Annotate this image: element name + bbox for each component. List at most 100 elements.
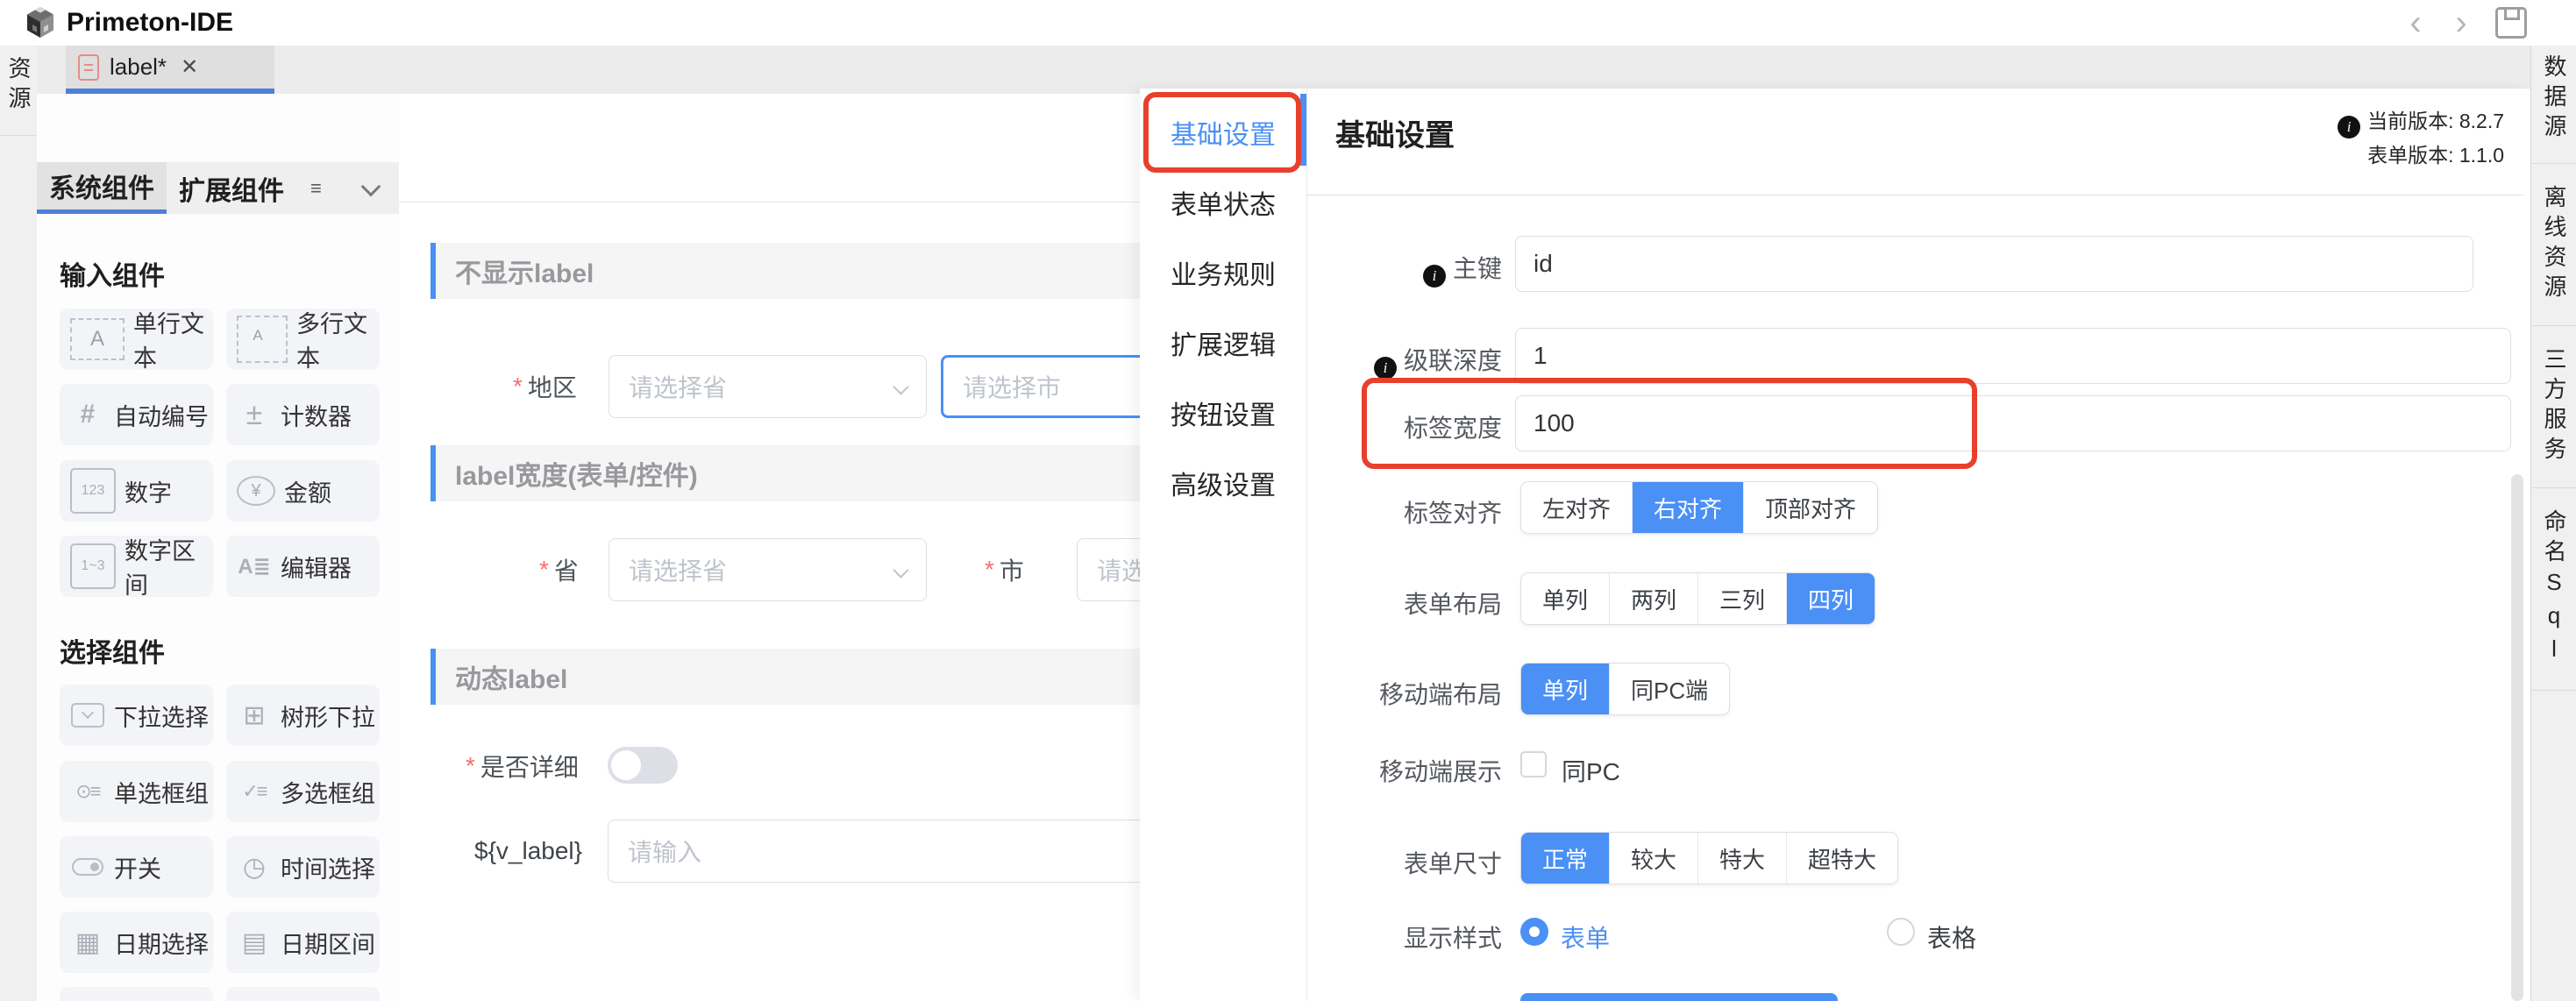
auto-number-icon: # [70,396,105,433]
align-left-button[interactable]: 左对齐 [1521,482,1632,533]
editor-icon: A≣ [237,548,272,585]
app-logo-icon [25,6,56,39]
form-layout-group: 单列 两列 三列 四列 [1520,572,1875,625]
sidebar-item-datasource[interactable]: 数据源 [2543,54,2565,144]
multi-line-text-icon: A [237,316,288,363]
sidebar-item-third-party-services[interactable]: 三方服务 [2543,347,2565,466]
palette-item-radio-group[interactable]: ⊙≡ 单选框组 [60,761,213,822]
section-accent-bar [431,649,436,705]
section-accent-bar [431,243,436,299]
single-line-text-icon: A [70,318,125,360]
table-radio-label[interactable]: 表格 [1927,919,1976,955]
form-radio-selected[interactable] [1520,918,1548,946]
form-row-region: * 地区 [513,355,577,418]
palette-item-number[interactable]: 123 数字 [60,460,213,522]
province-select[interactable]: 请选择省 [608,355,927,418]
size-xxlarge-button[interactable]: 超特大 [1786,833,1897,884]
list-view-icon[interactable]: ≡ [310,177,322,200]
settings-menu: 基础设置 表单状态 业务规则 扩展逻辑 按钮设置 高级设置 [1140,89,1307,1001]
sidebar-item-resources[interactable]: 资源 [7,56,30,116]
settings-drawer: 基础设置 表单状态 业务规则 扩展逻辑 按钮设置 高级设置 基础设置 i当前版本… [1140,88,2530,1001]
tree-dropdown-icon: ⊞ [237,697,272,734]
size-normal-button[interactable]: 正常 [1521,833,1609,884]
info-icon: i [2338,116,2360,138]
size-large-button[interactable]: 较大 [1609,833,1697,884]
menu-item-advanced-settings[interactable]: 高级设置 [1140,457,1306,509]
back-arrow-icon[interactable]: ‹ [2404,10,2427,36]
align-top-button[interactable]: 顶部对齐 [1743,482,1877,533]
palette-item-currency[interactable]: ¥ 金额 [226,460,380,522]
close-icon[interactable]: ✕ [181,54,198,80]
info-icon: i [1423,265,1446,288]
palette-item-multi-line-text[interactable]: A 多行文本 [226,309,380,370]
save-icon[interactable] [2495,7,2527,39]
chevron-down-icon [893,562,908,578]
palette-item-partial[interactable] [60,987,213,1001]
size-xlarge-button[interactable]: 特大 [1697,833,1786,884]
primary-key-input[interactable]: id [1515,236,2473,292]
primary-key-label: i主键 [1300,250,1502,288]
province-select-2[interactable]: 请选择省 [608,538,927,601]
form-size-label: 表单尺寸 [1300,845,1502,880]
palette-item-tree-dropdown[interactable]: ⊞ 树形下拉 [226,685,380,746]
switch-icon [72,858,103,876]
palette-item-checkbox-group[interactable]: ✓≡ 多选框组 [226,761,380,822]
same-as-pc-button[interactable]: 同PC端 [1609,664,1729,714]
time-picker-icon: ◷ [237,848,272,885]
sidebar-item-named-sql[interactable]: 命名Sql [2543,509,2565,669]
palette-item-date-picker[interactable]: ▦ 日期选择 [60,912,213,973]
sidebar-item-offline-resources[interactable]: 离线资源 [2543,185,2565,304]
same-pc-checkbox-label[interactable]: 同PC [1562,753,1620,788]
panel-title: 基础设置 [1335,111,1455,154]
three-column-button[interactable]: 三列 [1697,573,1786,624]
table-radio-unselected[interactable] [1887,918,1915,946]
component-palette: 系统组件 扩展组件 ≡ 输入组件 A 单行文本 A 多行文本 # 自动编号 ± … [37,94,400,1001]
palette-item-date-range[interactable]: ▤ 日期区间 [226,912,380,973]
menu-item-business-rules[interactable]: 业务规则 [1140,246,1306,299]
menu-item-extension-logic[interactable]: 扩展逻辑 [1140,316,1306,369]
form-radio-label[interactable]: 表单 [1561,919,1610,955]
four-column-button[interactable]: 四列 [1786,573,1875,624]
form-size-group: 正常 较大 特大 超特大 [1520,832,1898,884]
two-column-button[interactable]: 两列 [1609,573,1697,624]
menu-item-basic-settings[interactable]: 基础设置 [1140,106,1306,159]
titlebar: Primeton-IDE ‹ › [0,0,2576,46]
palette-item-switch[interactable]: 开关 [60,836,213,898]
form-row-city: * 市 [985,538,1024,601]
number-range-icon: 1~3 [70,543,116,589]
mobile-layout-group: 单列 同PC端 [1520,663,1730,715]
palette-item-editor[interactable]: A≣ 编辑器 [226,536,380,597]
form-row-dynamic-label: ${v_label} [474,820,582,883]
forward-arrow-icon[interactable]: › [2450,10,2473,36]
menu-item-button-settings[interactable]: 按钮设置 [1140,387,1306,439]
label-align-label: 标签对齐 [1300,494,1502,529]
align-right-button[interactable]: 右对齐 [1632,482,1743,533]
mobile-one-column-button[interactable]: 单列 [1521,664,1609,714]
form-file-icon [78,54,99,81]
palette-item-partial[interactable] [226,987,380,1001]
basic-settings-panel: 基础设置 i当前版本: 8.2.7 表单版本: 1.1.0 i主键 id i级联… [1307,89,2530,1001]
palette-item-single-line-text[interactable]: A 单行文本 [60,309,213,370]
tab-label-form[interactable]: label* ✕ [66,46,274,94]
rail-divider [0,135,37,136]
version-info: i当前版本: 8.2.7 表单版本: 1.1.0 [2338,104,2504,172]
palette-item-dropdown-select[interactable]: 下拉选择 [60,685,213,746]
palette-section-input: 输入组件 [60,254,165,293]
palette-item-time-picker[interactable]: ◷ 时间选择 [226,836,380,898]
cascade-depth-input[interactable]: 1 [1515,328,2511,384]
tab-system-components[interactable]: 系统组件 [37,162,167,214]
palette-item-number-range[interactable]: 1~3 数字区间 [60,536,213,597]
label-width-input[interactable]: 100 [1515,395,2511,451]
checkbox-group-icon: ✓≡ [237,773,272,810]
one-column-button[interactable]: 单列 [1521,573,1609,624]
detail-toggle-off[interactable] [608,747,678,784]
tab-title: label* [110,53,167,81]
required-asterisk: * [985,556,994,584]
tab-extension-components[interactable]: 扩展组件 [167,162,296,214]
panel-scrollbar[interactable] [2511,474,2523,1001]
menu-item-form-state[interactable]: 表单状态 [1140,176,1306,229]
same-pc-checkbox[interactable] [1520,751,1547,777]
form-row-detail: * 是否详细 [466,747,579,785]
palette-item-auto-number[interactable]: # 自动编号 [60,384,213,445]
palette-item-counter[interactable]: ± 计数器 [226,384,380,445]
